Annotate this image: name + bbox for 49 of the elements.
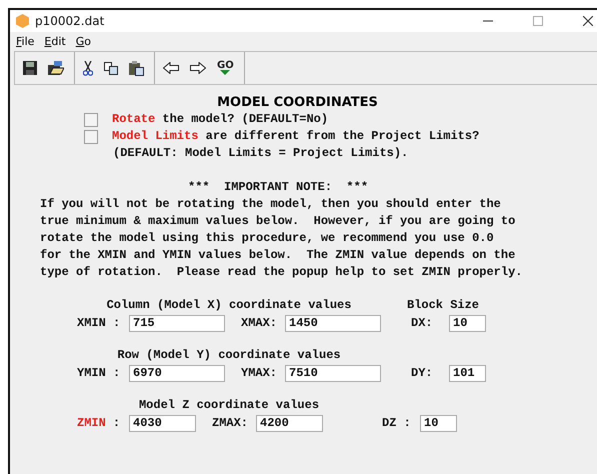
input-field[interactable]: 1450	[285, 315, 381, 332]
right-arrow-icon[interactable]	[190, 62, 206, 74]
field-label: ZMIN	[77, 415, 106, 432]
block-size-title: Block Size	[407, 297, 480, 314]
left-arrow-icon[interactable]	[163, 62, 179, 74]
field-label: DX:	[411, 315, 434, 332]
field-label: :	[112, 415, 120, 432]
menu-item[interactable]: Edit	[44, 35, 66, 48]
note-text: rotate the model using this procedure, we recommend you use 0.0	[40, 230, 495, 247]
field-label: YMAX:	[241, 365, 278, 382]
input-field[interactable]: 101	[449, 365, 486, 382]
input-field[interactable]: 4030	[129, 415, 196, 432]
field-label: DY:	[411, 365, 434, 382]
note-text: type of rotation. Please read the popup help to set ZMIN properly.	[40, 264, 524, 281]
checkbox-label: Model Limits are different from the Project Limits?	[112, 128, 480, 145]
field-label: ZMAX:	[212, 415, 250, 432]
input-field[interactable]: 4200	[256, 415, 323, 432]
field-label: XMIN :	[77, 315, 120, 332]
copy-icon[interactable]	[104, 62, 118, 74]
clipboard-icon[interactable]	[129, 60, 144, 76]
window-title: p10002.dat	[35, 14, 104, 28]
checkbox[interactable]	[84, 112, 98, 126]
note-text: If you will not be rotating the model, then you should enter the	[40, 196, 502, 213]
input-field[interactable]: 6970	[129, 365, 225, 382]
hexagon-icon	[16, 14, 29, 28]
field-label: DZ :	[382, 415, 412, 432]
default-note: (DEFAULT: Model Limits = Project Limits).	[112, 145, 410, 162]
checkbox[interactable]	[84, 130, 98, 144]
note-text: true minimum & maximum values below. However, if you are going to	[40, 213, 516, 230]
input-field[interactable]: 10	[449, 315, 486, 332]
note-text: for the XMIN and YMIN values below. The ZMIN value depends on the	[40, 247, 516, 264]
input-field[interactable]: 7510	[285, 365, 381, 382]
note-title: *** IMPORTANT NOTE: ***	[187, 179, 370, 196]
section-title: Model Z coordinate values	[138, 397, 320, 414]
section-title: Row (Model Y) coordinate values	[116, 347, 342, 364]
field-label: XMAX:	[241, 315, 278, 332]
field-label: YMIN :	[77, 365, 120, 382]
menu-item[interactable]: File	[16, 35, 34, 48]
input-field[interactable]: 715	[129, 315, 225, 332]
down-triangle-icon	[220, 70, 230, 75]
scissors-icon[interactable]	[83, 60, 93, 76]
close-icon[interactable]	[583, 16, 593, 26]
menu-item[interactable]: Go	[76, 35, 91, 48]
form-heading: MODEL COORDINATES	[216, 95, 379, 111]
checkbox-label: Rotate the model? (DEFAULT=No)	[112, 111, 328, 128]
section-title: Column (Model X) coordinate values	[106, 297, 352, 314]
folder-icon[interactable]	[48, 61, 64, 75]
go-button[interactable]: GO	[217, 61, 234, 75]
input-field[interactable]: 10	[420, 415, 457, 432]
